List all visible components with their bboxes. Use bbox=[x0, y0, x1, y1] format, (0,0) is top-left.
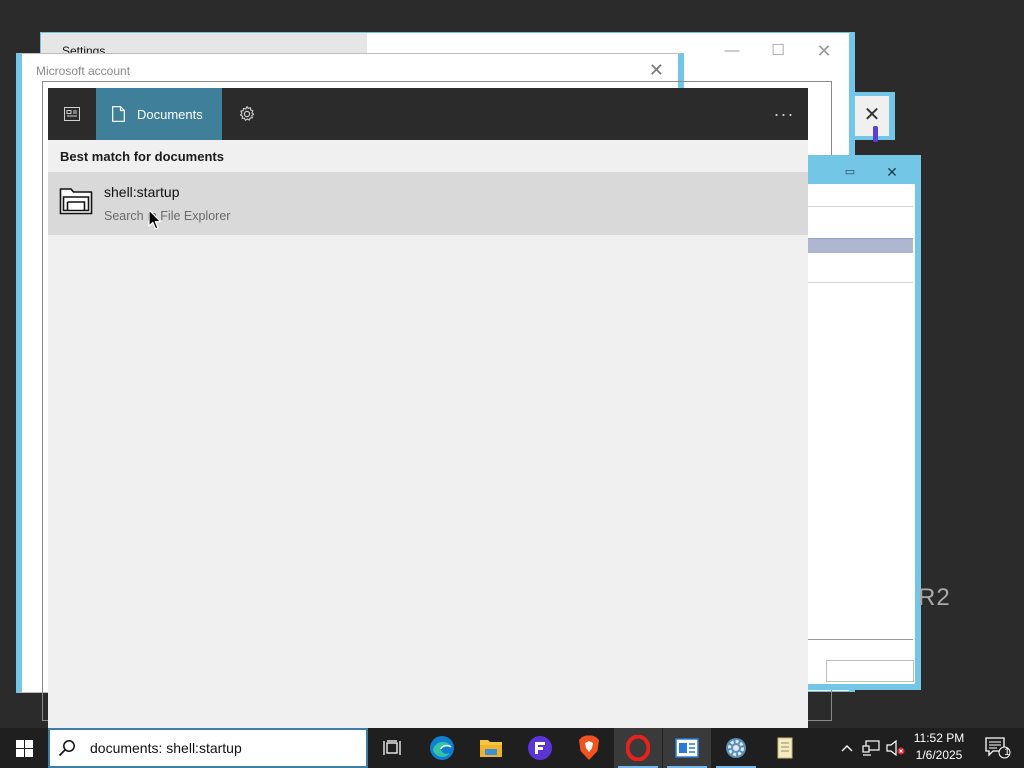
result-subtitle: Search in File Explorer bbox=[104, 209, 231, 223]
divider bbox=[808, 282, 913, 283]
taskbar-clock[interactable]: 11:52 PM 1/6/2025 bbox=[905, 730, 973, 766]
opera-icon bbox=[626, 735, 650, 761]
maximize-icon[interactable]: ▭ bbox=[838, 161, 862, 183]
close-icon[interactable]: ✕ bbox=[880, 161, 904, 183]
show-hidden-icons-button[interactable] bbox=[836, 728, 858, 768]
network-icon bbox=[862, 740, 880, 756]
edge-icon bbox=[430, 736, 454, 760]
divider bbox=[808, 639, 913, 640]
close-icon[interactable]: ✕ bbox=[809, 39, 839, 63]
tab-all[interactable] bbox=[48, 88, 96, 140]
clock-time: 11:52 PM bbox=[913, 731, 965, 745]
chevron-up-icon bbox=[841, 745, 853, 752]
taskbar-f-app[interactable] bbox=[516, 728, 564, 768]
background-window-right: ▭ ✕ bbox=[808, 155, 921, 690]
notepad-icon bbox=[777, 737, 793, 759]
taskbar-edge[interactable] bbox=[418, 728, 466, 768]
network-tray-button[interactable] bbox=[860, 728, 882, 768]
best-match-result[interactable]: shell:startup Search in File Explorer bbox=[48, 172, 808, 235]
result-name: shell:startup bbox=[104, 184, 180, 200]
taskbar-notepad[interactable] bbox=[761, 728, 809, 768]
f-app-icon bbox=[528, 736, 552, 760]
all-results-icon bbox=[64, 107, 80, 121]
input-box[interactable] bbox=[826, 660, 914, 682]
gear-icon bbox=[239, 105, 255, 121]
background-window-small: ✕ bbox=[855, 92, 895, 142]
search-scope-bar: Documents ··· bbox=[48, 88, 808, 140]
background-partial-text: R2 bbox=[918, 584, 951, 611]
search-input[interactable] bbox=[88, 740, 360, 756]
document-icon bbox=[112, 106, 125, 122]
window-app-icon bbox=[675, 738, 699, 758]
taskbar-brave[interactable] bbox=[565, 728, 613, 768]
more-options-button[interactable]: ··· bbox=[760, 88, 808, 140]
clock-date: 1/6/2025 bbox=[915, 748, 963, 762]
taskbar-task-view[interactable] bbox=[368, 728, 416, 768]
close-icon[interactable]: ✕ bbox=[857, 102, 887, 127]
gear-icon bbox=[726, 738, 746, 758]
window-body bbox=[808, 184, 915, 684]
search-icon bbox=[58, 739, 88, 757]
tab-documents[interactable]: Documents bbox=[96, 88, 222, 140]
taskbar-search-box[interactable] bbox=[48, 728, 368, 768]
volume-muted-icon bbox=[886, 740, 905, 756]
taskbar: 11:52 PM 1/6/2025 1 bbox=[0, 728, 1024, 768]
search-flyout: Documents ··· Best match for documents s… bbox=[48, 88, 808, 728]
tab-settings[interactable] bbox=[224, 88, 270, 140]
microsoft-account-window-title: Microsoft account bbox=[36, 64, 131, 78]
taskbar-window-app[interactable] bbox=[663, 728, 711, 768]
notification-count: 1 bbox=[1004, 747, 1010, 758]
taskbar-file-explorer[interactable] bbox=[467, 728, 515, 768]
action-center-button[interactable]: 1 bbox=[976, 728, 1020, 768]
task-view-icon bbox=[383, 740, 401, 755]
close-icon[interactable]: ✕ bbox=[649, 60, 664, 80]
maximize-icon[interactable]: ☐ bbox=[763, 39, 793, 63]
mouse-cursor-icon bbox=[148, 209, 162, 230]
accent-bar bbox=[873, 126, 878, 142]
start-button[interactable] bbox=[0, 728, 48, 768]
folder-icon bbox=[59, 188, 93, 215]
brave-icon bbox=[579, 735, 599, 760]
windows-logo-icon bbox=[15, 739, 33, 757]
taskbar-settings[interactable] bbox=[712, 728, 760, 768]
minimize-icon[interactable]: — bbox=[717, 39, 747, 63]
window-titlebar: ▭ ✕ bbox=[808, 158, 915, 184]
taskbar-opera[interactable] bbox=[614, 728, 662, 768]
selected-row[interactable] bbox=[808, 238, 913, 253]
divider bbox=[808, 206, 913, 207]
file-explorer-icon bbox=[480, 740, 502, 757]
best-match-heading: Best match for documents bbox=[60, 149, 224, 164]
tab-documents-label: Documents bbox=[137, 106, 203, 122]
